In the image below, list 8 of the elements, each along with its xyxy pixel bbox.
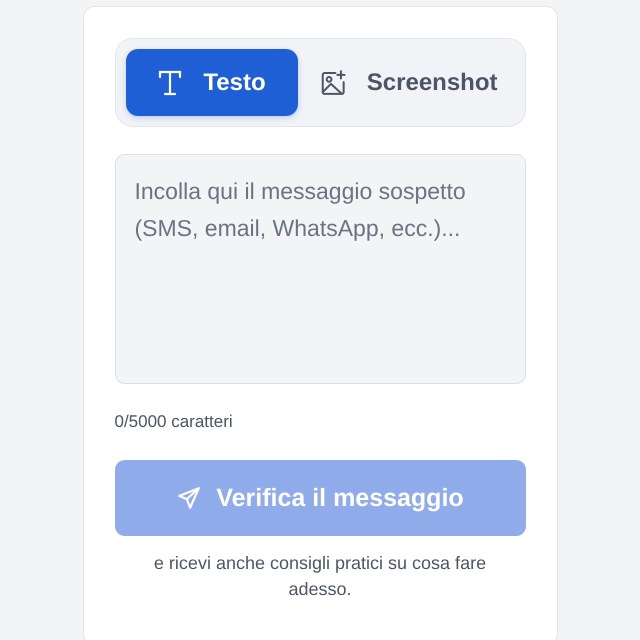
mode-tab[interactable]: Screenshot <box>304 49 514 116</box>
text-icon <box>157 68 184 96</box>
message-field[interactable]: Incolla qui il messaggio sospetto (SMS, email, WhatsApp, ecc.)... <box>114 154 526 384</box>
send-icon <box>176 485 202 511</box>
image-add-icon <box>320 68 347 98</box>
character-counter: 0/5000 caratteri <box>114 412 234 432</box>
hint-text: e ricevi anche consigli pratici su cosa fare adesso. <box>152 552 488 601</box>
mode-tab[interactable]: Testo <box>126 49 298 116</box>
